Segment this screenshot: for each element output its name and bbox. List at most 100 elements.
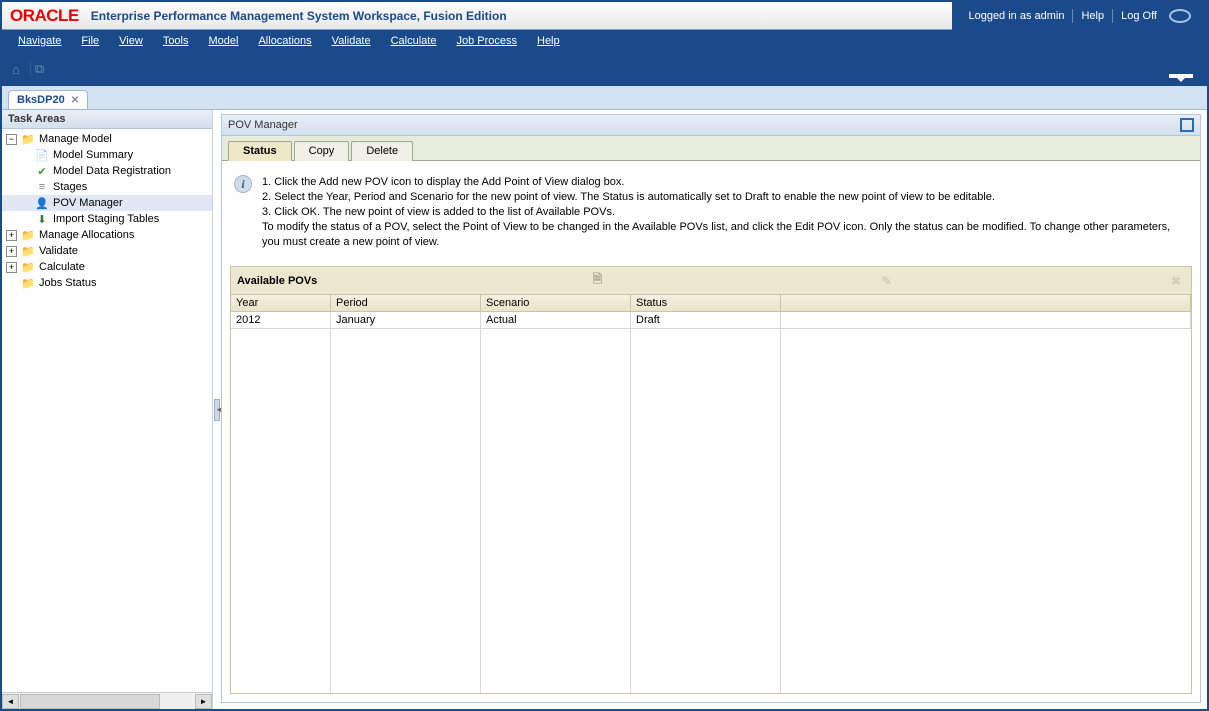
section-title: Available POVs	[237, 275, 317, 287]
table-row[interactable]: 2012 January Actual Draft	[231, 312, 1191, 329]
cell-period: January	[331, 312, 481, 328]
tree-label: Jobs Status	[39, 277, 96, 289]
folder-icon: 📁	[20, 244, 36, 258]
folder-icon: 📁	[20, 132, 36, 146]
document-tab-label: BksDP20	[17, 94, 65, 106]
panel-title: POV Manager	[228, 119, 298, 131]
splitter-grip-icon[interactable]: ◄	[214, 399, 220, 421]
folder-icon: 📁	[20, 228, 36, 242]
tree-label: Model Data Registration	[53, 165, 171, 177]
tree-item-jobs-status[interactable]: 📁 Jobs Status	[2, 275, 212, 291]
menu-validate[interactable]: Validate	[332, 35, 371, 47]
app-title: Enterprise Performance Management System…	[91, 9, 507, 23]
separator	[1072, 9, 1073, 23]
tab-delete[interactable]: Delete	[351, 141, 413, 161]
grid-body	[231, 329, 1191, 693]
col-period[interactable]: Period	[331, 295, 481, 311]
document-tabstrip: BksDP20 ✕	[2, 86, 1207, 110]
collapse-handle-icon[interactable]	[1175, 76, 1187, 82]
menu-file[interactable]: File	[81, 35, 99, 47]
logoff-link[interactable]: Log Off	[1121, 10, 1157, 22]
tree-label: Validate	[39, 245, 78, 257]
scroll-right-icon[interactable]: ►	[195, 694, 212, 709]
menu-help[interactable]: Help	[537, 35, 560, 47]
tree-item-import-staging[interactable]: ⬇ Import Staging Tables	[2, 211, 212, 227]
menu-bar: Navigate File View Tools Model Allocatio…	[2, 30, 1207, 52]
folder-icon: 📁	[20, 260, 36, 274]
cell-status: Draft	[631, 312, 781, 328]
home-icon[interactable]: ⌂	[12, 62, 20, 77]
tree-item-calculate[interactable]: + 📁 Calculate	[2, 259, 212, 275]
col-scenario[interactable]: Scenario	[481, 295, 631, 311]
document-tab[interactable]: BksDP20 ✕	[8, 90, 88, 109]
col-blank	[781, 295, 1191, 311]
main-panel: POV Manager Status Copy Delete i 1. Clic…	[221, 110, 1207, 709]
cell-scenario: Actual	[481, 312, 631, 328]
splitter[interactable]: ◄	[213, 110, 221, 709]
tree-label: Calculate	[39, 261, 85, 273]
tree-item-manage-model[interactable]: − 📁 Manage Model	[2, 131, 212, 147]
toolbar: ⌂ ⧉	[2, 52, 1207, 86]
folder-icon: 📁	[20, 276, 36, 290]
tree-label: Model Summary	[53, 149, 133, 161]
brand-oval-icon	[1169, 9, 1191, 23]
scroll-thumb[interactable]	[20, 694, 160, 709]
maximize-icon[interactable]	[1180, 118, 1194, 132]
tree-label: Manage Allocations	[39, 229, 134, 241]
collapse-icon[interactable]: −	[6, 134, 17, 145]
close-icon[interactable]: ✕	[71, 95, 79, 106]
brand-logo: ORACLE	[10, 6, 79, 26]
info-text: 1. Click the Add new POV icon to display…	[262, 175, 1188, 250]
separator	[30, 61, 31, 77]
tree-item-stages[interactable]: ≡ Stages	[2, 179, 212, 195]
tree-item-manage-allocations[interactable]: + 📁 Manage Allocations	[2, 227, 212, 243]
import-icon: ⬇	[34, 212, 50, 226]
add-pov-icon[interactable]: 🗎	[593, 270, 603, 291]
expand-icon[interactable]: +	[6, 262, 17, 273]
menu-navigate[interactable]: Navigate	[18, 35, 61, 47]
panel-header: POV Manager	[221, 114, 1201, 136]
help-link[interactable]: Help	[1081, 10, 1104, 22]
tree-item-model-summary[interactable]: 📄 Model Summary	[2, 147, 212, 163]
sidebar: Task Areas − 📁 Manage Model 📄 Model Summ…	[2, 110, 213, 709]
link-icon[interactable]: ⧉	[35, 61, 44, 77]
expand-icon[interactable]: +	[6, 230, 17, 241]
sidebar-title: Task Areas	[2, 110, 212, 129]
menu-model[interactable]: Model	[209, 35, 239, 47]
grid-header: Year Period Scenario Status	[231, 295, 1191, 312]
menu-tools[interactable]: Tools	[163, 35, 189, 47]
sidebar-hscrollbar[interactable]: ◄ ►	[2, 692, 212, 709]
pov-icon: 👤	[34, 196, 50, 210]
section-header: Available POVs 🗎 ✎ ✖	[230, 266, 1192, 295]
menu-job-process[interactable]: Job Process	[456, 35, 517, 47]
sub-tabstrip: Status Copy Delete	[221, 136, 1201, 160]
scroll-left-icon[interactable]: ◄	[2, 694, 19, 709]
menu-allocations[interactable]: Allocations	[258, 35, 311, 47]
separator	[1112, 9, 1113, 23]
tree-item-validate[interactable]: + 📁 Validate	[2, 243, 212, 259]
tree-label: Stages	[53, 181, 87, 193]
tab-status[interactable]: Status	[228, 141, 292, 161]
cell-blank	[781, 312, 1191, 328]
task-tree: − 📁 Manage Model 📄 Model Summary ✔ Model…	[2, 129, 212, 692]
tab-content: i 1. Click the Add new POV icon to displ…	[221, 160, 1201, 703]
registration-icon: ✔	[34, 164, 50, 178]
menu-calculate[interactable]: Calculate	[391, 35, 437, 47]
delete-pov-icon[interactable]: ✖	[1171, 274, 1181, 288]
tree-item-pov-manager[interactable]: 👤 POV Manager	[2, 195, 212, 211]
logged-in-label: Logged in as admin	[968, 10, 1064, 22]
info-icon: i	[234, 175, 252, 193]
tree-item-model-data-registration[interactable]: ✔ Model Data Registration	[2, 163, 212, 179]
tab-copy[interactable]: Copy	[294, 141, 350, 161]
expand-icon[interactable]: +	[6, 246, 17, 257]
edit-pov-icon[interactable]: ✎	[882, 274, 892, 288]
tree-label: POV Manager	[53, 197, 123, 209]
col-status[interactable]: Status	[631, 295, 781, 311]
pov-grid: Year Period Scenario Status 2012 January…	[230, 295, 1192, 694]
stages-icon: ≡	[34, 180, 50, 194]
tree-label: Manage Model	[39, 133, 112, 145]
col-year[interactable]: Year	[231, 295, 331, 311]
tree-label: Import Staging Tables	[53, 213, 159, 225]
menu-view[interactable]: View	[119, 35, 143, 47]
cell-year: 2012	[231, 312, 331, 328]
